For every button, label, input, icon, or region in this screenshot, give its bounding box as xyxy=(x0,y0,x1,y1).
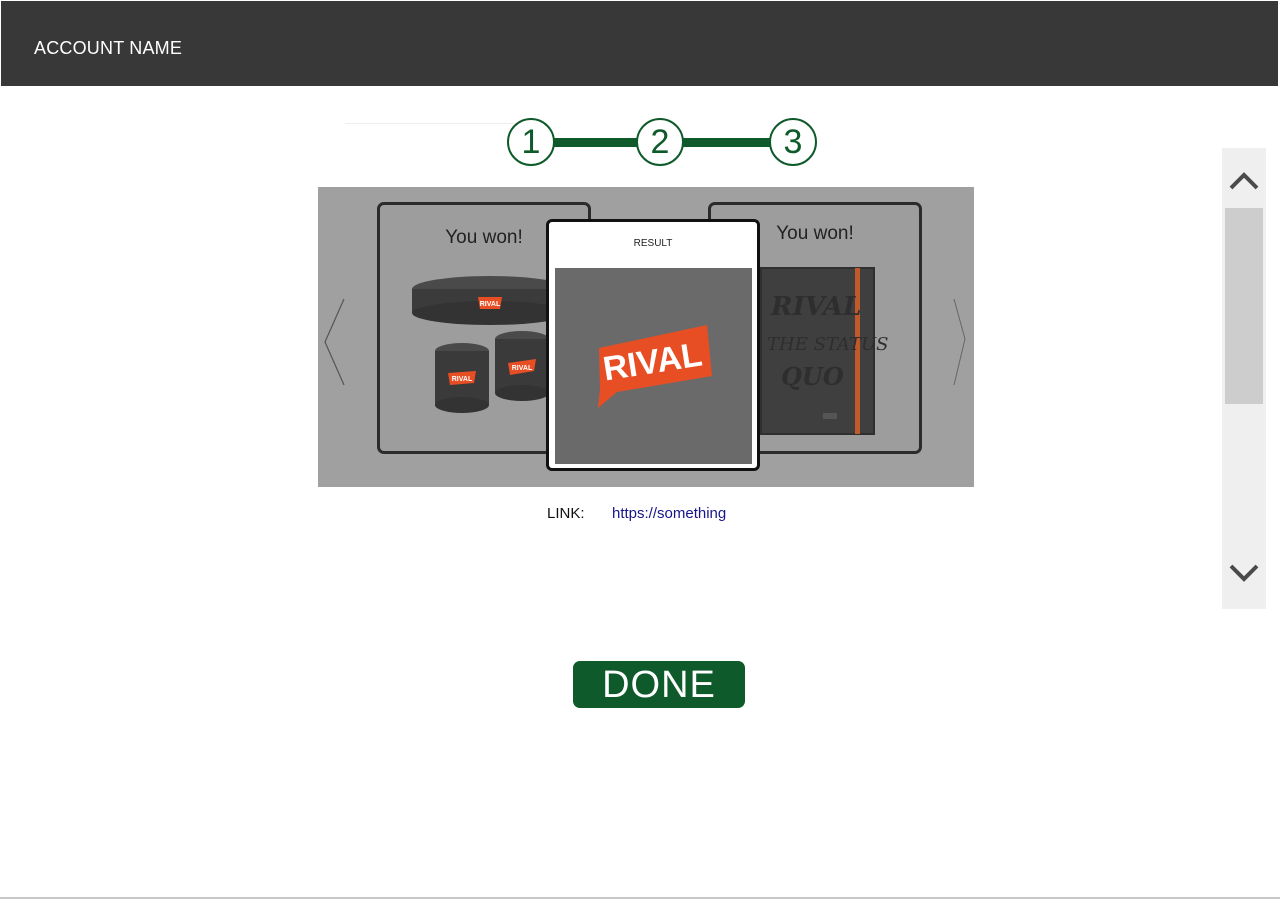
chevron-up-icon[interactable] xyxy=(1228,166,1260,196)
rival-logo-text: RIVAL xyxy=(600,335,704,388)
result-card[interactable]: RESULT RIVAL xyxy=(546,219,760,471)
result-link[interactable]: https://something xyxy=(612,505,726,522)
notebook-line-3: QUO xyxy=(781,362,844,391)
app-header: ACCOUNT NAME xyxy=(1,1,1278,86)
chevron-left-icon[interactable] xyxy=(322,297,352,387)
result-image: RIVAL xyxy=(555,268,752,464)
chevron-right-icon[interactable] xyxy=(948,297,974,387)
step-connector-1-2 xyxy=(550,138,640,147)
vertical-scrollbar[interactable] xyxy=(1222,148,1266,609)
rival-logo: RIVAL xyxy=(598,325,712,408)
chevron-down-icon[interactable] xyxy=(1228,558,1260,588)
step-2[interactable]: 2 xyxy=(636,118,684,166)
wristband-logo-1: RIVAL xyxy=(452,376,473,383)
stepper-track-faint xyxy=(345,123,515,124)
step-3[interactable]: 3 xyxy=(769,118,817,166)
prize-carousel: You won! RIVAL RIVAL RIVAL You won! RIVA… xyxy=(318,187,974,487)
wristband-logo-2: RIVAL xyxy=(512,365,533,372)
result-label: RESULT xyxy=(633,238,673,249)
headband-logo: RIVAL xyxy=(480,301,501,308)
notebook-line-1: RIVAL xyxy=(770,292,861,322)
link-label: LINK: xyxy=(547,505,585,522)
step-connector-2-3 xyxy=(680,138,775,147)
notebook-line-2: THE STATUS xyxy=(767,334,888,355)
bottom-divider xyxy=(0,897,1280,899)
step-1[interactable]: 1 xyxy=(507,118,555,166)
scroll-thumb[interactable] xyxy=(1225,208,1263,404)
account-name: ACCOUNT NAME xyxy=(34,38,183,58)
done-button[interactable]: DONE xyxy=(573,661,745,708)
